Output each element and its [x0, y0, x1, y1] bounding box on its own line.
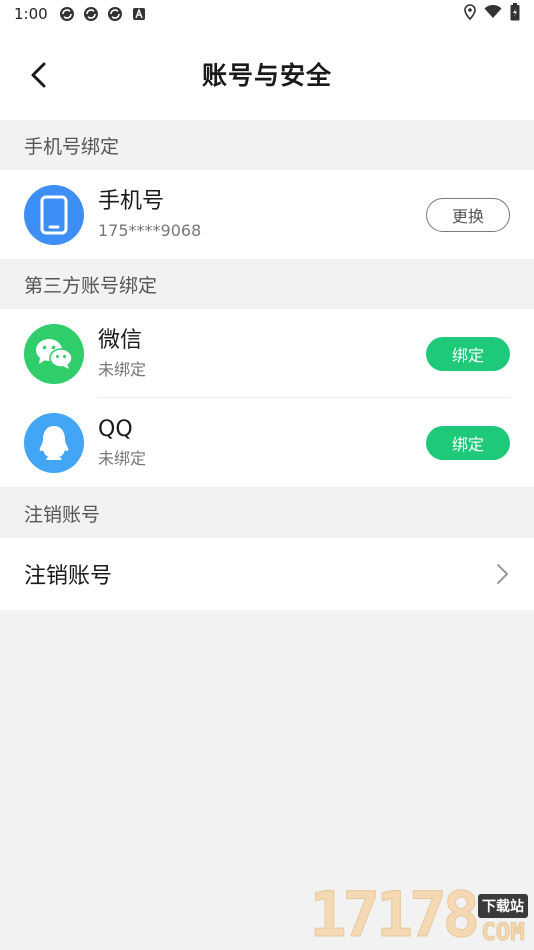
back-arrow-icon: [31, 62, 46, 88]
status-right-icons: [464, 3, 520, 25]
wechat-title: 微信: [98, 327, 143, 353]
watermark-digits: 17178: [309, 878, 481, 950]
battery-icon: [510, 3, 520, 25]
phone-icon: [24, 184, 84, 245]
phone-row: 手机号 175****9068 更换: [0, 170, 534, 259]
a-icon: [130, 5, 148, 23]
phone-card: 手机号 175****9068 更换: [0, 170, 534, 259]
chevron-right-icon: [497, 564, 508, 584]
qq-texts: QQ 未绑定: [98, 415, 426, 471]
qq-icon: [24, 412, 84, 473]
sync-icon: [82, 5, 100, 23]
qq-status: 未绑定: [98, 448, 147, 468]
section-label-third-party: 第三方账号绑定: [0, 259, 534, 309]
wechat-icon: [24, 323, 84, 384]
section-label-deactivate: 注销账号: [0, 488, 534, 538]
third-party-card: 微信 未绑定 绑定 QQ 未绑定 绑定: [0, 309, 534, 487]
deactivate-card: 注销账号: [0, 538, 534, 610]
deactivate-account-label: 注销账号: [24, 564, 113, 589]
phone-title: 手机号: [98, 188, 165, 214]
status-time: 1:00: [14, 5, 48, 23]
page-title: 账号与安全: [201, 61, 332, 90]
phone-number: 175****9068: [98, 220, 202, 240]
sync-icon: [58, 5, 76, 23]
bind-qq-button[interactable]: 绑定: [426, 425, 510, 460]
bind-wechat-button[interactable]: 绑定: [426, 336, 510, 371]
location-icon: [464, 4, 476, 24]
wifi-icon: [484, 4, 502, 23]
wechat-texts: 微信 未绑定: [98, 326, 426, 382]
deactivate-account-item[interactable]: 注销账号: [0, 538, 534, 610]
app-header: 账号与安全: [0, 28, 534, 120]
watermark-tag-top: 下载站: [478, 894, 528, 918]
wechat-row: 微信 未绑定 绑定: [0, 309, 534, 398]
status-bar: 1:00: [0, 0, 534, 28]
change-phone-button[interactable]: 更换: [426, 197, 510, 232]
watermark-logo: 17178 下载站 COM: [309, 878, 528, 950]
watermark-tag: 下载站 COM: [478, 894, 528, 947]
sync-icon: [106, 5, 124, 23]
wechat-status: 未绑定: [98, 359, 147, 379]
qq-row: QQ 未绑定 绑定: [0, 398, 534, 487]
qq-title: QQ: [98, 416, 133, 442]
section-label-phone: 手机号绑定: [0, 120, 534, 170]
watermark-tag-bottom: COM: [481, 918, 525, 947]
phone-texts: 手机号 175****9068: [98, 187, 426, 243]
back-button[interactable]: [24, 60, 54, 90]
